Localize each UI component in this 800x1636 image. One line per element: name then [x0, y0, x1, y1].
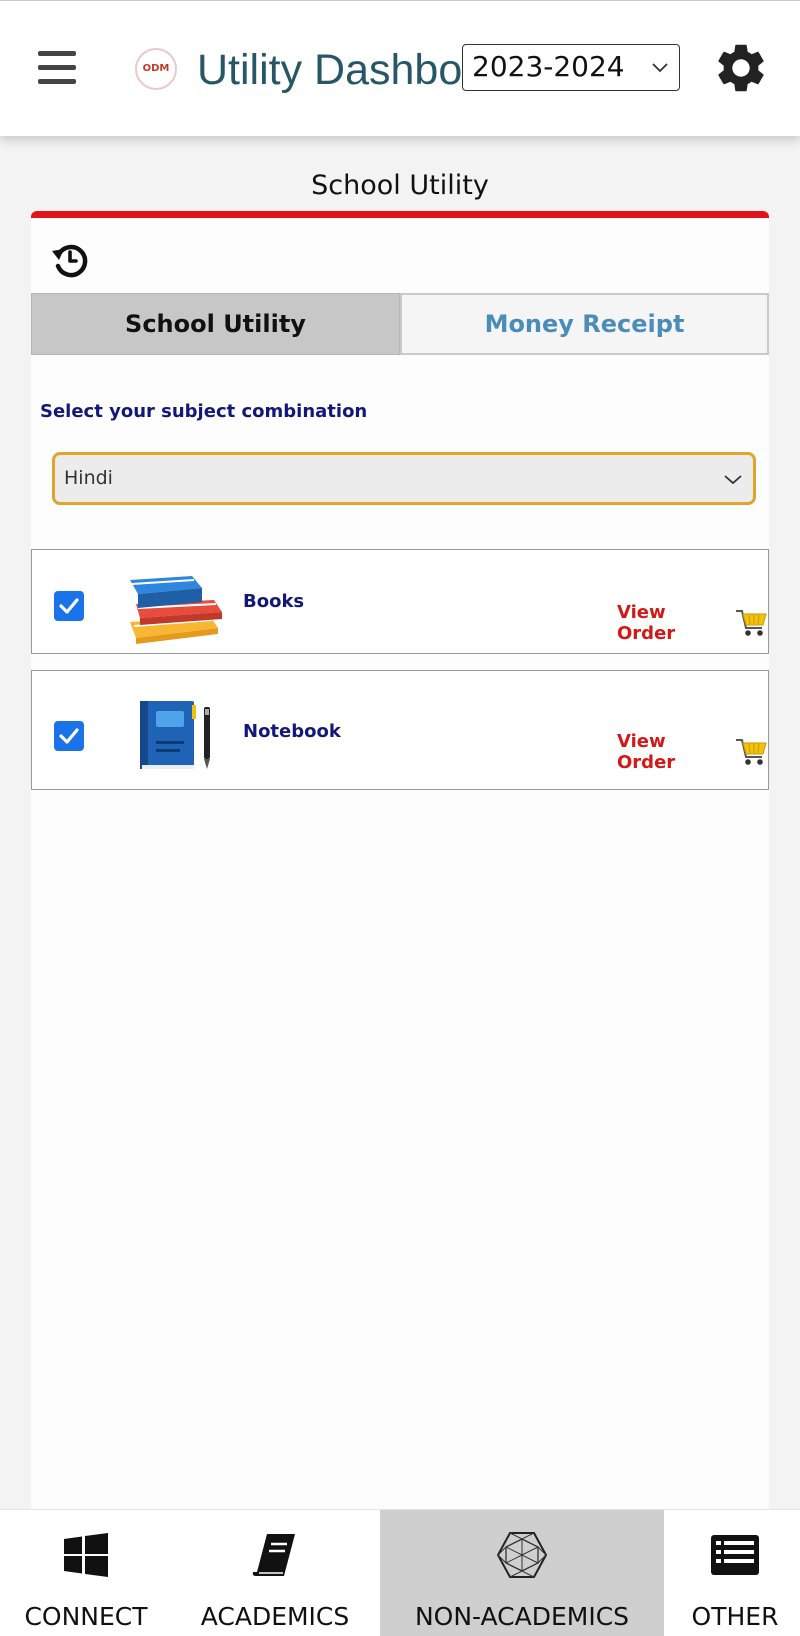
nav-academics-label: ACADEMICS — [200, 1602, 350, 1631]
books-view-order-button[interactable]: View Order — [617, 602, 768, 644]
nav-non-academics-label: NON-ACADEMICS — [414, 1602, 630, 1631]
nav-connect[interactable]: CONNECT — [0, 1510, 172, 1636]
year-select-value: 2023-2024 — [472, 50, 625, 83]
subject-combination-select[interactable]: Hindi — [52, 452, 756, 505]
subject-combination-label: Select your subject combination — [40, 401, 368, 422]
tab-money-receipt[interactable]: Money Receipt — [400, 293, 769, 355]
history-icon[interactable] — [50, 240, 90, 280]
app-title: Utility Dashboard — [197, 46, 462, 94]
page-title: School Utility — [311, 170, 489, 201]
list-item-books: Books View Order — [31, 549, 769, 654]
nav-other-label: OTHER — [691, 1602, 779, 1631]
view-order-label: View Order — [617, 602, 676, 644]
gear-icon[interactable] — [712, 39, 770, 97]
nav-connect-label: CONNECT — [24, 1602, 148, 1631]
year-select[interactable]: 2023-2024 — [462, 44, 680, 91]
app-header: ODM Utility Dashboard 2023-2024 — [0, 0, 800, 136]
view-order-label: View Order — [617, 731, 676, 773]
books-icon — [130, 576, 222, 644]
chevron-down-icon — [724, 475, 742, 485]
list-icon — [711, 1535, 759, 1575]
bottom-nav: CONNECT ACADEMICS NON-ACADEMICS OTHER — [0, 1509, 800, 1636]
books-label: Books — [243, 591, 305, 612]
list-item-notebook: Notebook View Order — [31, 670, 769, 790]
windows-icon — [64, 1533, 108, 1577]
tab-bar: School Utility Money Receipt — [31, 293, 769, 355]
cart-icon — [736, 610, 767, 636]
notebook-label: Notebook — [243, 721, 341, 742]
notebook-view-order-button[interactable]: View Order — [617, 731, 768, 773]
logo-text: ODM — [142, 63, 170, 74]
geodesic-icon — [496, 1532, 548, 1578]
subject-select-value: Hindi — [64, 467, 113, 489]
nav-academics[interactable]: ACADEMICS — [180, 1510, 370, 1636]
nav-other[interactable]: OTHER — [670, 1510, 800, 1636]
cart-icon — [736, 739, 767, 765]
chevron-down-icon — [652, 63, 668, 73]
nav-non-academics[interactable]: NON-ACADEMICS — [380, 1510, 664, 1636]
book-icon — [252, 1534, 295, 1576]
notebook-checkbox[interactable] — [54, 721, 84, 751]
school-logo: ODM — [135, 48, 177, 90]
utility-card: School Utility Money Receipt Select your… — [31, 211, 769, 1511]
menu-icon[interactable] — [38, 51, 76, 87]
notebook-icon — [140, 701, 210, 769]
books-checkbox[interactable] — [54, 591, 84, 621]
tab-school-utility[interactable]: School Utility — [31, 293, 400, 355]
